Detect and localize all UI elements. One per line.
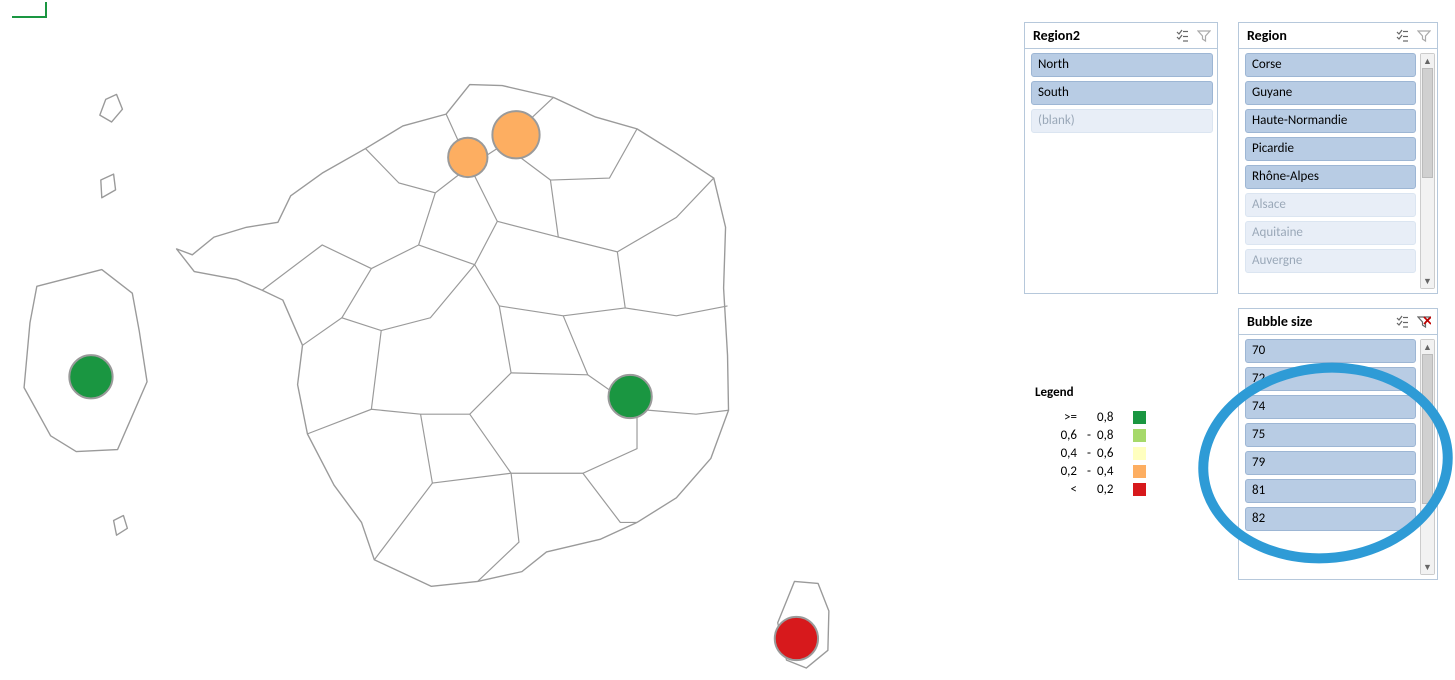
legend-swatch xyxy=(1133,483,1146,496)
legend-row: 0,2-0,4 xyxy=(1035,462,1165,480)
clear-filter-icon[interactable] xyxy=(1415,313,1433,331)
map-legend: Legend >=0,80,6-0,80,4-0,60,2-0,4<0,2 xyxy=(1035,385,1165,498)
slicer-item[interactable]: North xyxy=(1031,53,1213,77)
slicer-item[interactable]: Auvergne xyxy=(1245,249,1416,273)
legend-prefix: 0,4 xyxy=(1035,446,1081,461)
legend-row: 0,6-0,8 xyxy=(1035,426,1165,444)
legend-swatch xyxy=(1133,465,1146,478)
slicer-scrollbar[interactable]: ▲ ▼ xyxy=(1420,339,1435,575)
slicer-item[interactable]: Alsace xyxy=(1245,193,1416,217)
slicer-item[interactable]: 75 xyxy=(1245,423,1416,447)
legend-row: 0,4-0,6 xyxy=(1035,444,1165,462)
slicer-item[interactable]: 70 xyxy=(1245,339,1416,363)
scroll-down-icon[interactable]: ▼ xyxy=(1421,274,1434,288)
legend-swatch xyxy=(1133,411,1146,424)
scroll-down-icon[interactable]: ▼ xyxy=(1421,560,1434,574)
legend-upper: 0,8 xyxy=(1097,428,1127,443)
slicer-region2[interactable]: Region2 North South (blank) xyxy=(1024,22,1218,294)
legend-row: <0,2 xyxy=(1035,480,1165,498)
slicer-item[interactable]: Picardie xyxy=(1245,137,1416,161)
bubble-guyane[interactable] xyxy=(69,355,112,398)
slicer-item[interactable]: 79 xyxy=(1245,451,1416,475)
legend-prefix: 0,6 xyxy=(1035,428,1081,443)
bubble-hnorm[interactable] xyxy=(448,138,487,177)
scroll-up-icon[interactable]: ▲ xyxy=(1421,340,1434,354)
legend-upper: 0,4 xyxy=(1097,464,1127,479)
slicer-title: Bubble size xyxy=(1247,313,1393,330)
slicer-item[interactable]: Aquitaine xyxy=(1245,221,1416,245)
slicer-item[interactable]: Corse xyxy=(1245,53,1416,77)
slicer-item[interactable]: Rhône-Alpes xyxy=(1245,165,1416,189)
legend-upper: 0,8 xyxy=(1097,410,1127,425)
active-cell-corner xyxy=(12,2,47,18)
legend-prefix: < xyxy=(1035,482,1081,497)
slicer-item[interactable]: 82 xyxy=(1245,507,1416,531)
multi-select-icon[interactable] xyxy=(1393,27,1411,45)
legend-prefix: 0,2 xyxy=(1035,464,1081,479)
slicer-title: Region xyxy=(1247,27,1393,44)
multi-select-icon[interactable] xyxy=(1173,27,1191,45)
slicer-bubble-size[interactable]: Bubble size 70 72 74 75 79 81 82 ▲ xyxy=(1238,308,1438,580)
clear-filter-icon[interactable] xyxy=(1415,27,1433,45)
slicer-item[interactable]: 72 xyxy=(1245,367,1416,391)
multi-select-icon[interactable] xyxy=(1393,313,1411,331)
legend-dash: - xyxy=(1081,446,1097,461)
legend-swatch xyxy=(1133,429,1146,442)
slicer-item[interactable]: 74 xyxy=(1245,395,1416,419)
legend-upper: 0,6 xyxy=(1097,446,1127,461)
legend-row: >= 0,8 xyxy=(1035,408,1165,426)
slicer-region[interactable]: Region Corse Guyane Haute-Normandie Picardi… xyxy=(1238,22,1438,294)
legend-dash: - xyxy=(1081,428,1097,443)
scroll-up-icon[interactable]: ▲ xyxy=(1421,54,1434,68)
slicer-scrollbar[interactable]: ▲ ▼ xyxy=(1420,53,1435,289)
slicer-item[interactable]: Guyane xyxy=(1245,81,1416,105)
scroll-thumb[interactable] xyxy=(1422,68,1433,178)
legend-dash: - xyxy=(1081,464,1097,479)
bubble-corse[interactable] xyxy=(775,617,818,660)
bubble-picardie[interactable] xyxy=(492,111,539,158)
legend-prefix: >= xyxy=(1035,410,1081,425)
slicer-item[interactable]: South xyxy=(1031,81,1213,105)
slicer-item[interactable]: (blank) xyxy=(1031,109,1213,133)
slicer-title: Region2 xyxy=(1033,27,1173,44)
clear-filter-icon[interactable] xyxy=(1195,27,1213,45)
slicer-item[interactable]: 81 xyxy=(1245,479,1416,503)
legend-title: Legend xyxy=(1035,385,1165,400)
scroll-thumb[interactable] xyxy=(1422,354,1433,504)
legend-upper: 0,2 xyxy=(1097,482,1127,497)
bubble-rhone[interactable] xyxy=(608,375,651,418)
slicer-item[interactable]: Haute-Normandie xyxy=(1245,109,1416,133)
france-map xyxy=(0,60,910,670)
legend-swatch xyxy=(1133,447,1146,460)
